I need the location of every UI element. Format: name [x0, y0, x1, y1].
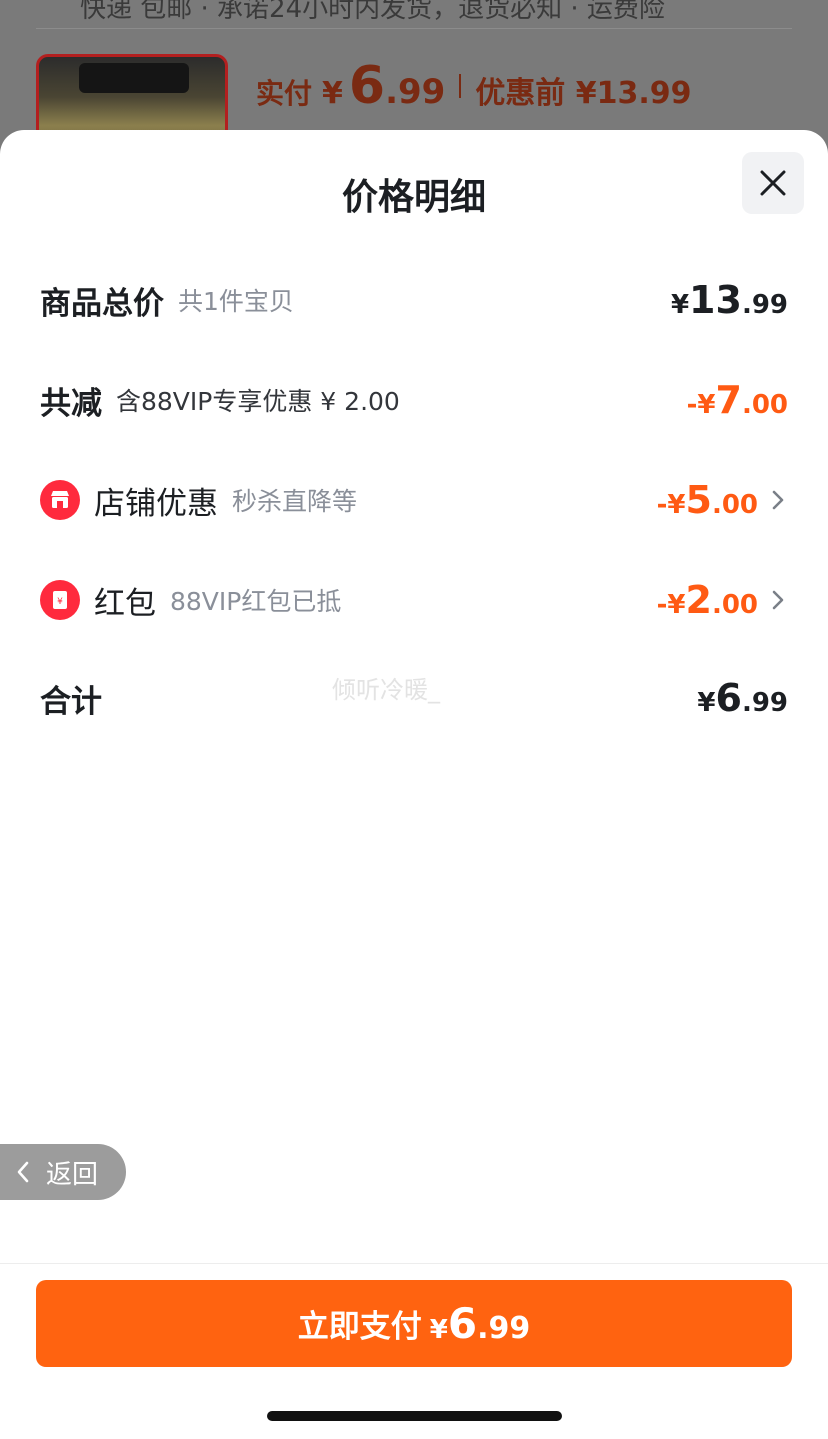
total-discount-label: 共减: [40, 385, 102, 422]
row-shop-discount[interactable]: 店铺优惠 秒杀直降等 -¥ 5 .00: [40, 470, 788, 530]
red-packet-note: 88VIP红包已抵: [170, 587, 342, 616]
red-packet-icon: ¥: [40, 580, 80, 620]
amount-integer: 6: [447, 1299, 478, 1348]
sum-amount: ¥ 6 .99: [697, 676, 788, 720]
back-label: 返回: [46, 1159, 99, 1190]
currency-symbol: -¥: [656, 490, 686, 520]
red-packet-amount: -¥ 2 .00: [657, 578, 788, 622]
amount-decimal: .00: [741, 390, 788, 420]
sum-label: 合计: [40, 683, 102, 720]
pay-now-button[interactable]: 立即支付 ¥ 6 .99: [36, 1280, 792, 1367]
watermark: 倾听冷暖_: [332, 676, 440, 704]
row-red-packet[interactable]: ¥ 红包 88VIP红包已抵 -¥ 2 .00: [40, 570, 788, 630]
price-detail-sheet: 价格明细 商品总价 共1件宝贝 ¥ 13 .99 共减 含88VIP专享优惠 ¥…: [0, 130, 828, 1439]
chevron-right-icon: [772, 490, 784, 510]
amount-integer: 6: [715, 676, 742, 720]
pay-now-amount: ¥ 6 .99: [422, 1299, 530, 1348]
total-discount-amount: -¥ 7 .00: [687, 378, 788, 422]
shop-icon: [40, 480, 80, 520]
background-price-row: 实付 ¥ 6 .99 优惠前 ¥13.99: [256, 56, 692, 116]
total-item-count: 共1件宝贝: [178, 287, 294, 316]
vip-discount-note: 含88VIP专享优惠 ¥ 2.00: [116, 387, 400, 416]
svg-text:¥: ¥: [57, 597, 63, 607]
shop-discount-amount: -¥ 5 .00: [657, 478, 788, 522]
amount-integer: 7: [715, 378, 742, 422]
amount-integer: 2: [685, 578, 712, 622]
close-button[interactable]: [742, 152, 804, 214]
row-total-discount: 共减 含88VIP专享优惠 ¥ 2.00 -¥ 7 .00: [40, 370, 788, 430]
amount-decimal: .99: [741, 290, 788, 320]
bottom-divider: [0, 1263, 828, 1264]
amount-decimal: .99: [477, 1311, 531, 1346]
currency-symbol: -¥: [686, 390, 716, 420]
paid-currency: ¥: [322, 76, 343, 111]
amount-decimal: .99: [741, 688, 788, 718]
currency-symbol: ¥: [670, 290, 690, 320]
paid-label: 实付: [256, 77, 313, 110]
total-price-amount: ¥ 13 .99: [671, 278, 788, 322]
shop-discount-label: 店铺优惠: [94, 485, 218, 522]
total-price-label: 商品总价: [40, 285, 164, 322]
pay-now-label: 立即支付: [297, 1309, 422, 1345]
price-separator: [459, 74, 462, 98]
home-indicator: [267, 1411, 562, 1421]
sheet-title: 价格明细: [341, 177, 486, 218]
background-service-line: 快递 包邮 · 承诺24小时内发货，退货必知 · 运费险: [80, 0, 665, 24]
close-icon: [760, 170, 786, 196]
row-total-price: 商品总价 共1件宝贝 ¥ 13 .99: [40, 270, 788, 330]
red-packet-label: 红包: [94, 585, 156, 622]
chevron-right-icon: [772, 590, 784, 610]
original-price: 优惠前 ¥13.99: [475, 76, 692, 111]
shop-discount-note: 秒杀直降等: [232, 487, 358, 516]
paid-integer: 6: [348, 56, 386, 116]
currency-symbol: ¥: [697, 688, 716, 718]
amount-decimal: .00: [711, 490, 758, 520]
background-divider: [36, 28, 792, 29]
amount-decimal: .00: [711, 590, 758, 620]
currency-symbol: -¥: [656, 590, 686, 620]
amount-integer: 5: [685, 478, 712, 522]
chevron-left-icon: [17, 1161, 29, 1183]
currency-symbol: ¥: [429, 1315, 448, 1345]
amount-integer: 13: [689, 278, 742, 322]
back-button[interactable]: 返回: [0, 1144, 126, 1200]
paid-decimal: .99: [385, 72, 446, 112]
